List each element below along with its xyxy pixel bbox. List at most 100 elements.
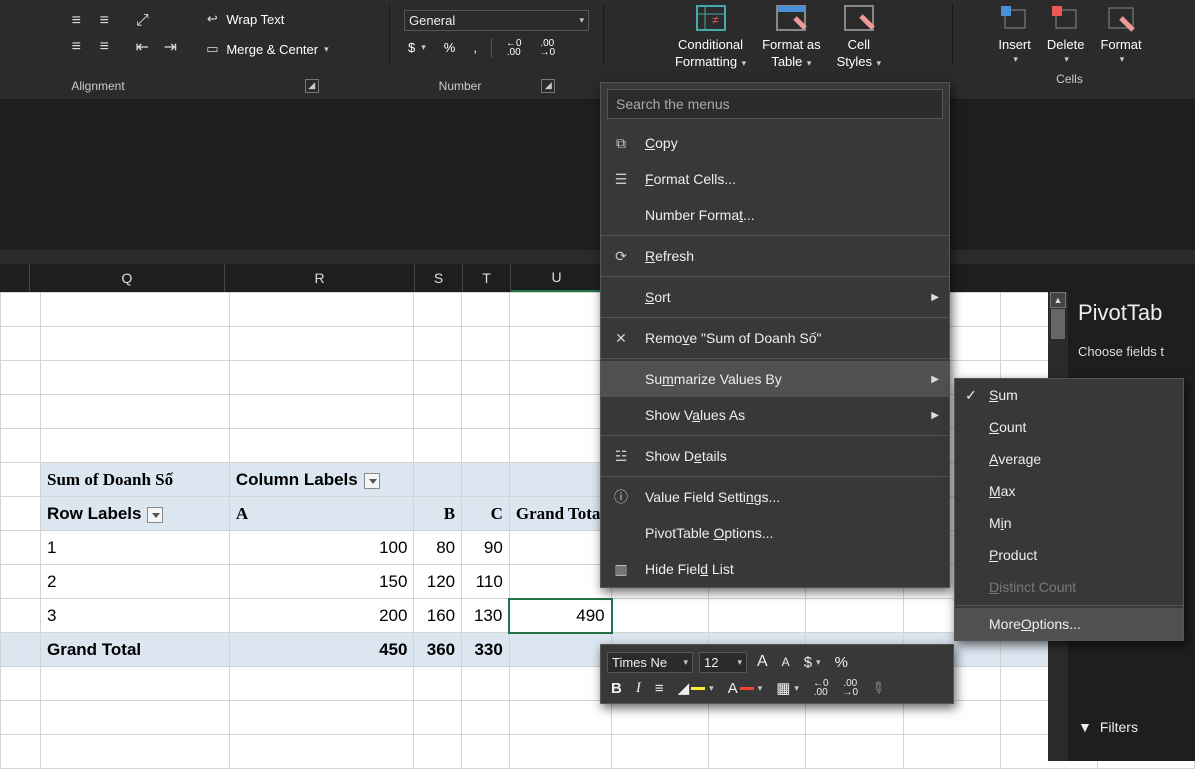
align-middle-icon[interactable]: ≡: [94, 11, 114, 31]
svg-text:≠: ≠: [712, 13, 719, 27]
label: Insert: [998, 37, 1031, 52]
merge-center-button[interactable]: ▭ Merge & Center ▾: [198, 37, 332, 61]
menu-hide-field-list[interactable]: ▥ Hide Field List: [601, 551, 949, 587]
menu-copy[interactable]: ⧉ Copy: [601, 125, 949, 161]
dropdown-icon[interactable]: [147, 507, 163, 523]
formula-bar-area: [0, 100, 1195, 250]
submenu-max[interactable]: Max: [955, 475, 1183, 507]
separator: [955, 605, 1183, 606]
orientation-icon[interactable]: ⤢: [132, 11, 152, 31]
scroll-up-icon[interactable]: ▲: [1050, 292, 1066, 308]
insert-button[interactable]: Insert ▾: [992, 4, 1037, 65]
number-dialog-launcher-icon[interactable]: ◢: [541, 79, 555, 93]
label-line2: Styles: [837, 54, 872, 69]
cell-styles-icon: [843, 4, 875, 35]
submenu-product[interactable]: Product: [955, 539, 1183, 571]
align-left-icon[interactable]: ≡: [66, 37, 86, 57]
number-format-select[interactable]: General ▾: [404, 10, 589, 31]
menu-show-details[interactable]: ☳ Show Details: [601, 438, 949, 474]
menu-sort[interactable]: Sort ▶: [601, 279, 949, 315]
chevron-down-icon: ▾: [804, 58, 811, 68]
increase-decimal-button[interactable]: ←0 .00: [809, 677, 833, 699]
separator: [601, 435, 949, 436]
cell-styles-button[interactable]: Cell Styles ▾: [831, 4, 887, 69]
alignment-dialog-launcher-icon[interactable]: ◢: [305, 79, 319, 93]
bold-button[interactable]: B: [607, 678, 626, 699]
submenu-distinct-count: Distinct Count: [955, 571, 1183, 603]
col-header-U[interactable]: U: [511, 264, 603, 292]
number-format-value: General: [409, 13, 455, 28]
format-painter-icon[interactable]: ✎: [863, 673, 893, 703]
fill-color-button[interactable]: ◢▾: [674, 677, 718, 699]
submenu-count[interactable]: Count: [955, 411, 1183, 443]
wrap-text-button[interactable]: ↩ Wrap Text: [198, 7, 332, 31]
decrease-decimal-button[interactable]: .00 →0: [839, 677, 863, 699]
pivot-row-labels[interactable]: Row Labels: [41, 497, 230, 531]
comma-style-button[interactable]: ,: [469, 38, 481, 57]
blank-icon: [611, 205, 631, 225]
separator: [601, 235, 949, 236]
submenu-more-options[interactable]: More Options...: [955, 608, 1183, 640]
percent-button[interactable]: %: [440, 38, 460, 57]
menu-remove-field[interactable]: ✕ Remove "Sum of Doanh Số": [601, 320, 949, 356]
chevron-down-icon: ▾: [874, 58, 881, 68]
active-cell[interactable]: 490: [509, 599, 611, 633]
align-button[interactable]: ≡: [651, 678, 668, 699]
field-list-icon: ▥: [611, 559, 631, 579]
accounting-format-button[interactable]: $▾: [800, 652, 825, 673]
font-color-button[interactable]: A▾: [724, 678, 767, 699]
increase-font-icon[interactable]: A: [753, 651, 772, 673]
cells-group: Insert ▾ Delete ▾ Format ▾: [952, 4, 1187, 64]
format-button[interactable]: Format ▾: [1094, 4, 1147, 65]
menu-pivottable-options[interactable]: PivotTable Options...: [601, 515, 949, 551]
insert-cells-icon: [999, 4, 1031, 35]
col-header-T[interactable]: T: [463, 264, 511, 292]
decrease-indent-icon[interactable]: ⇤: [132, 37, 152, 57]
scroll-thumb[interactable]: [1051, 309, 1065, 339]
menu-search-input[interactable]: Search the menus: [607, 89, 943, 119]
menu-value-field-settings[interactable]: ⓘ Value Field Settings...: [601, 479, 949, 515]
submenu-min[interactable]: Min: [955, 507, 1183, 539]
align-top-icon[interactable]: ≡: [66, 11, 86, 31]
borders-button[interactable]: ▦▾: [772, 677, 803, 699]
menu-refresh[interactable]: ⟳ Refresh: [601, 238, 949, 274]
pivot-column-labels[interactable]: Column Labels: [229, 463, 414, 497]
col-B: B: [414, 497, 462, 531]
column-headers: Q R S T U: [0, 264, 1195, 292]
decrease-decimal-button[interactable]: .00 →0: [536, 37, 560, 59]
increase-indent-icon[interactable]: ⇥: [160, 37, 180, 57]
submenu-arrow-icon: ▶: [931, 374, 939, 385]
alignment-group-label: Alignment: [71, 79, 124, 93]
conditional-formatting-button[interactable]: ≠ Conditional Formatting ▾: [669, 4, 752, 69]
chevron-down-icon: ▾: [709, 683, 714, 694]
decrease-font-icon[interactable]: A: [778, 653, 794, 671]
delete-button[interactable]: Delete ▾: [1041, 4, 1091, 65]
italic-button[interactable]: I: [632, 678, 645, 699]
increase-decimal-button[interactable]: ←0 .00: [502, 37, 526, 59]
format-as-table-button[interactable]: Format as Table ▾: [756, 4, 827, 69]
accounting-format-button[interactable]: $▾: [404, 38, 430, 57]
number-group-label: Number: [439, 79, 482, 93]
font-size-select[interactable]: 12▾: [699, 652, 747, 673]
chevron-down-icon: ▾: [739, 58, 746, 68]
col-header-S[interactable]: S: [415, 264, 463, 292]
dropdown-icon[interactable]: [364, 473, 380, 489]
submenu-sum[interactable]: ✓Sum: [955, 379, 1183, 411]
menu-show-values-as[interactable]: Show Values As ▶: [601, 397, 949, 433]
copy-icon: ⧉: [611, 133, 631, 153]
align-center-icon[interactable]: ≡: [94, 37, 114, 57]
menu-summarize-values-by[interactable]: Summarize Values By ▶: [601, 361, 949, 397]
chevron-down-icon: ▾: [1120, 54, 1125, 65]
label-line2: Table: [771, 54, 802, 69]
menu-format-cells[interactable]: ☰ Format Cells...: [601, 161, 949, 197]
col-C: C: [462, 497, 510, 531]
col-header-R[interactable]: R: [225, 264, 415, 292]
menu-number-format[interactable]: Number Format...: [601, 197, 949, 233]
check-icon: ✓: [965, 387, 977, 404]
ribbon: ≡ ≡ ≡ ≡ ⤢ ⇤ ⇥: [0, 0, 1195, 100]
ribbon-group-labels: Alignment ◢ Number ◢ Cells: [0, 72, 1195, 100]
percent-button[interactable]: %: [831, 652, 852, 673]
font-name-select[interactable]: Times Ne▾: [607, 652, 693, 673]
col-header-Q[interactable]: Q: [30, 264, 225, 292]
submenu-average[interactable]: Average: [955, 443, 1183, 475]
